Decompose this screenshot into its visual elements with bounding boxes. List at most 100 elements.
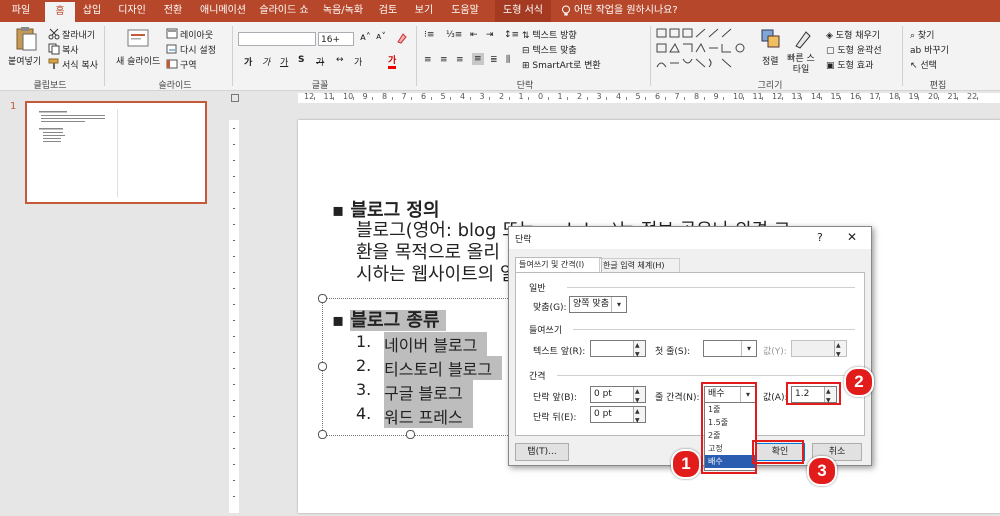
char-spacing-icon[interactable]: ↔	[336, 55, 344, 65]
tab-shape-format[interactable]: 도형 서식	[495, 0, 551, 22]
tabs-button[interactable]: 탭(T)...	[515, 443, 569, 461]
shrink-font-icon[interactable]: ᴀ˅	[376, 32, 386, 42]
step-badge-1: 1	[671, 449, 701, 479]
dialog-title-bar: 단락 ? ✕	[509, 227, 871, 249]
arrange-icon[interactable]	[760, 28, 784, 52]
slide-paragraph-line-3[interactable]: 시하는 웹사이트의 일	[356, 260, 516, 286]
clipboard-group-label: 클립보드	[33, 81, 67, 91]
strikethrough-icon[interactable]: 가	[316, 55, 324, 68]
spinner-icon[interactable]	[633, 338, 645, 362]
select-button[interactable]: ↖ 선택	[910, 58, 937, 71]
tab-insert[interactable]: 삽입	[76, 0, 108, 22]
font-color-icon[interactable]: 가	[388, 53, 397, 69]
columns-icon[interactable]: ⫼	[506, 55, 510, 65]
increase-indent-icon[interactable]: ⇥	[486, 30, 494, 40]
slide-thumbnail[interactable]	[25, 101, 207, 204]
bold-icon[interactable]: 가	[244, 55, 252, 68]
slide-heading-types[interactable]: ▪ 블로그 종류	[332, 306, 446, 332]
align-right-icon[interactable]: ≡	[456, 55, 464, 65]
list-item[interactable]: 워드 프레스	[384, 404, 473, 428]
change-case-icon[interactable]: 가	[354, 55, 362, 68]
tab-file[interactable]: 파일	[4, 0, 38, 22]
shape-outline-button[interactable]: ▢ 도형 윤곽선	[826, 43, 882, 56]
ruler-tick	[430, 97, 432, 100]
spinner-icon[interactable]	[633, 384, 645, 408]
tab-review[interactable]: 검토	[372, 0, 404, 22]
shadow-icon[interactable]: S	[298, 55, 304, 65]
slide-number: 1	[10, 101, 17, 112]
shape-effects-button[interactable]: ▣ 도형 효과	[826, 58, 873, 71]
resize-handle[interactable]	[406, 430, 415, 439]
tab-selector-icon[interactable]	[231, 94, 239, 102]
alignment-select[interactable]: 양쪽 맞춤 ▾	[569, 296, 627, 313]
tab-recording[interactable]: 녹음/녹화	[316, 0, 370, 22]
tab-asian-typography[interactable]: 한글 입력 체계(H)	[599, 258, 680, 273]
spacing-after-input[interactable]: 0 pt	[590, 404, 646, 428]
new-slide-icon[interactable]	[126, 26, 150, 50]
ruler-number: 9	[362, 92, 368, 101]
tab-help[interactable]: 도움말	[443, 0, 487, 22]
align-left-icon[interactable]: ≡	[424, 55, 432, 65]
resize-handle[interactable]	[318, 430, 327, 439]
ruler-number: 5	[635, 92, 641, 101]
new-slide-button[interactable]: 새 슬라이드	[116, 54, 160, 67]
clear-formatting-icon[interactable]	[396, 32, 408, 44]
spacing-before-value: 0 pt	[594, 389, 612, 399]
ruler-number: 5	[440, 92, 446, 101]
tell-me-search[interactable]: 어떤 작업을 원하시나요?	[574, 0, 684, 22]
grow-font-icon[interactable]: ᴀ˄	[360, 32, 371, 43]
underline-icon[interactable]: 가	[280, 55, 288, 68]
list-item[interactable]: 네이버 블로그	[384, 332, 488, 356]
section-divider	[567, 287, 855, 288]
spinner-icon	[834, 338, 846, 362]
first-line-select[interactable]: ▾	[703, 340, 757, 357]
bullets-icon[interactable]: ⁝≡	[424, 30, 434, 40]
tab-design[interactable]: 디자인	[112, 0, 152, 22]
alignment-label: 맞춤(G):	[533, 303, 567, 313]
line-spacing-icon[interactable]: ↕≡	[504, 30, 519, 40]
decrease-indent-icon[interactable]: ⇤	[470, 30, 478, 40]
replace-button[interactable]: ab 바꾸기	[910, 43, 949, 56]
close-icon[interactable]: ✕	[847, 230, 857, 244]
numbering-icon[interactable]: ⅓≡	[446, 30, 462, 40]
quick-styles-icon[interactable]	[792, 28, 816, 52]
find-button[interactable]: ⌕ 찾기	[910, 28, 934, 41]
smartart-button[interactable]: ⊞ SmartArt로 변환	[522, 58, 601, 71]
tab-animations[interactable]: 애니메이션	[195, 0, 251, 22]
distributed-icon[interactable]: ≣	[490, 55, 498, 65]
quick-styles-button[interactable]: 빠른 스타일	[784, 54, 818, 76]
paste-button[interactable]: 붙여넣기	[8, 54, 41, 67]
resize-handle[interactable]	[318, 294, 327, 303]
cut-button[interactable]: 잘라내기	[62, 28, 95, 41]
spinner-icon[interactable]	[633, 404, 645, 428]
italic-icon[interactable]: 가	[262, 55, 270, 68]
layout-button[interactable]: 레이아웃	[180, 28, 213, 41]
list-item[interactable]: 구글 블로그	[384, 380, 473, 404]
align-text-button[interactable]: ⊟ 텍스트 맞춤	[522, 43, 577, 56]
paste-icon[interactable]	[14, 26, 38, 51]
before-text-input[interactable]	[590, 338, 646, 362]
section-button[interactable]: 구역	[180, 58, 197, 71]
tab-transitions[interactable]: 전환	[155, 0, 191, 22]
reset-button[interactable]: 다시 설정	[180, 43, 216, 56]
heading-types-text: 블로그 종류	[350, 310, 446, 331]
help-icon[interactable]: ?	[817, 231, 823, 244]
font-size-field[interactable]: 16+	[318, 32, 354, 46]
spacing-before-input[interactable]: 0 pt	[590, 384, 646, 408]
align-center-icon[interactable]: ≡	[440, 55, 448, 65]
tab-indents-spacing[interactable]: 들여쓰기 및 간격(I)	[515, 257, 602, 273]
text-direction-button[interactable]: ⇅ 텍스트 방향	[522, 28, 577, 41]
shapes-gallery[interactable]	[655, 27, 749, 73]
tab-view[interactable]: 보기	[408, 0, 440, 22]
font-name-field[interactable]	[238, 32, 316, 46]
resize-handle[interactable]	[318, 362, 327, 371]
tab-slideshow[interactable]: 슬라이드 쇼	[255, 0, 313, 22]
format-painter-button[interactable]: 서식 복사	[62, 58, 98, 71]
list-item[interactable]: 티스토리 블로그	[384, 356, 503, 380]
justify-icon[interactable]: ≡	[472, 53, 484, 65]
shape-fill-button[interactable]: ◈ 도형 채우기	[826, 28, 880, 41]
tab-home[interactable]: 홈	[45, 2, 75, 22]
copy-button[interactable]: 복사	[62, 43, 79, 56]
by-label: 값(Y):	[763, 347, 787, 357]
arrange-button[interactable]: 정렬	[762, 54, 779, 67]
